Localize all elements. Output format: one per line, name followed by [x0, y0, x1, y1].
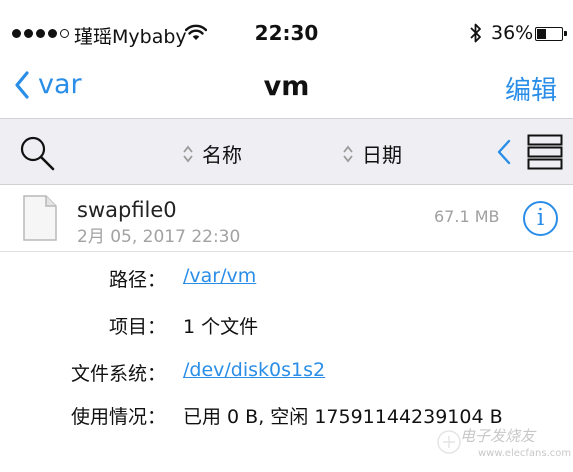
list-view-icon[interactable]: [527, 134, 563, 170]
detail-label: 文件系统：: [70, 363, 166, 385]
document-icon: [23, 195, 57, 241]
detail-label: 项目：: [108, 316, 166, 338]
page-title: vm: [263, 71, 310, 102]
toolbar: 名称 日期: [0, 118, 573, 185]
file-row[interactable]: swapfile0 2月 05, 2017 22:30 67.1 MB: [0, 185, 573, 252]
sort-arrows-icon: [343, 145, 353, 162]
bluetooth-icon: [470, 23, 481, 43]
info-button[interactable]: i: [523, 201, 558, 236]
file-date: 2月 05, 2017 22:30: [77, 227, 241, 247]
search-icon[interactable]: [18, 135, 58, 171]
clock: 22:30: [254, 21, 319, 45]
battery-percent: 36%: [491, 22, 534, 44]
file-size: 67.1 MB: [434, 207, 500, 226]
detail-label: 路径：: [108, 269, 166, 291]
sort-by-date-button[interactable]: 日期: [342, 139, 402, 168]
sort-arrows-icon: [183, 145, 193, 162]
watermark-url: www.elecfans.com: [478, 448, 572, 459]
info-icon: i: [536, 205, 545, 231]
status-bar: 瑾瑶Mybaby 22:30 36%: [0, 0, 573, 60]
sort-by-date-label: 日期: [362, 143, 402, 167]
chevron-left-icon[interactable]: [497, 139, 511, 165]
filesystem-link[interactable]: /dev/disk0s1s2: [183, 359, 325, 381]
detail-value: 1 个文件: [183, 316, 259, 338]
battery-icon: [535, 27, 567, 41]
navigation-bar: var vm 编辑: [0, 60, 573, 118]
path-link[interactable]: /var/vm: [183, 265, 256, 287]
watermark-text: 电子发烧友: [460, 427, 536, 445]
sort-by-name-button[interactable]: 名称: [182, 139, 242, 168]
sort-by-name-label: 名称: [202, 143, 242, 167]
detail-label: 使用情况：: [70, 406, 166, 428]
file-name: swapfile0: [77, 198, 177, 222]
edit-button[interactable]: 编辑: [505, 70, 557, 107]
